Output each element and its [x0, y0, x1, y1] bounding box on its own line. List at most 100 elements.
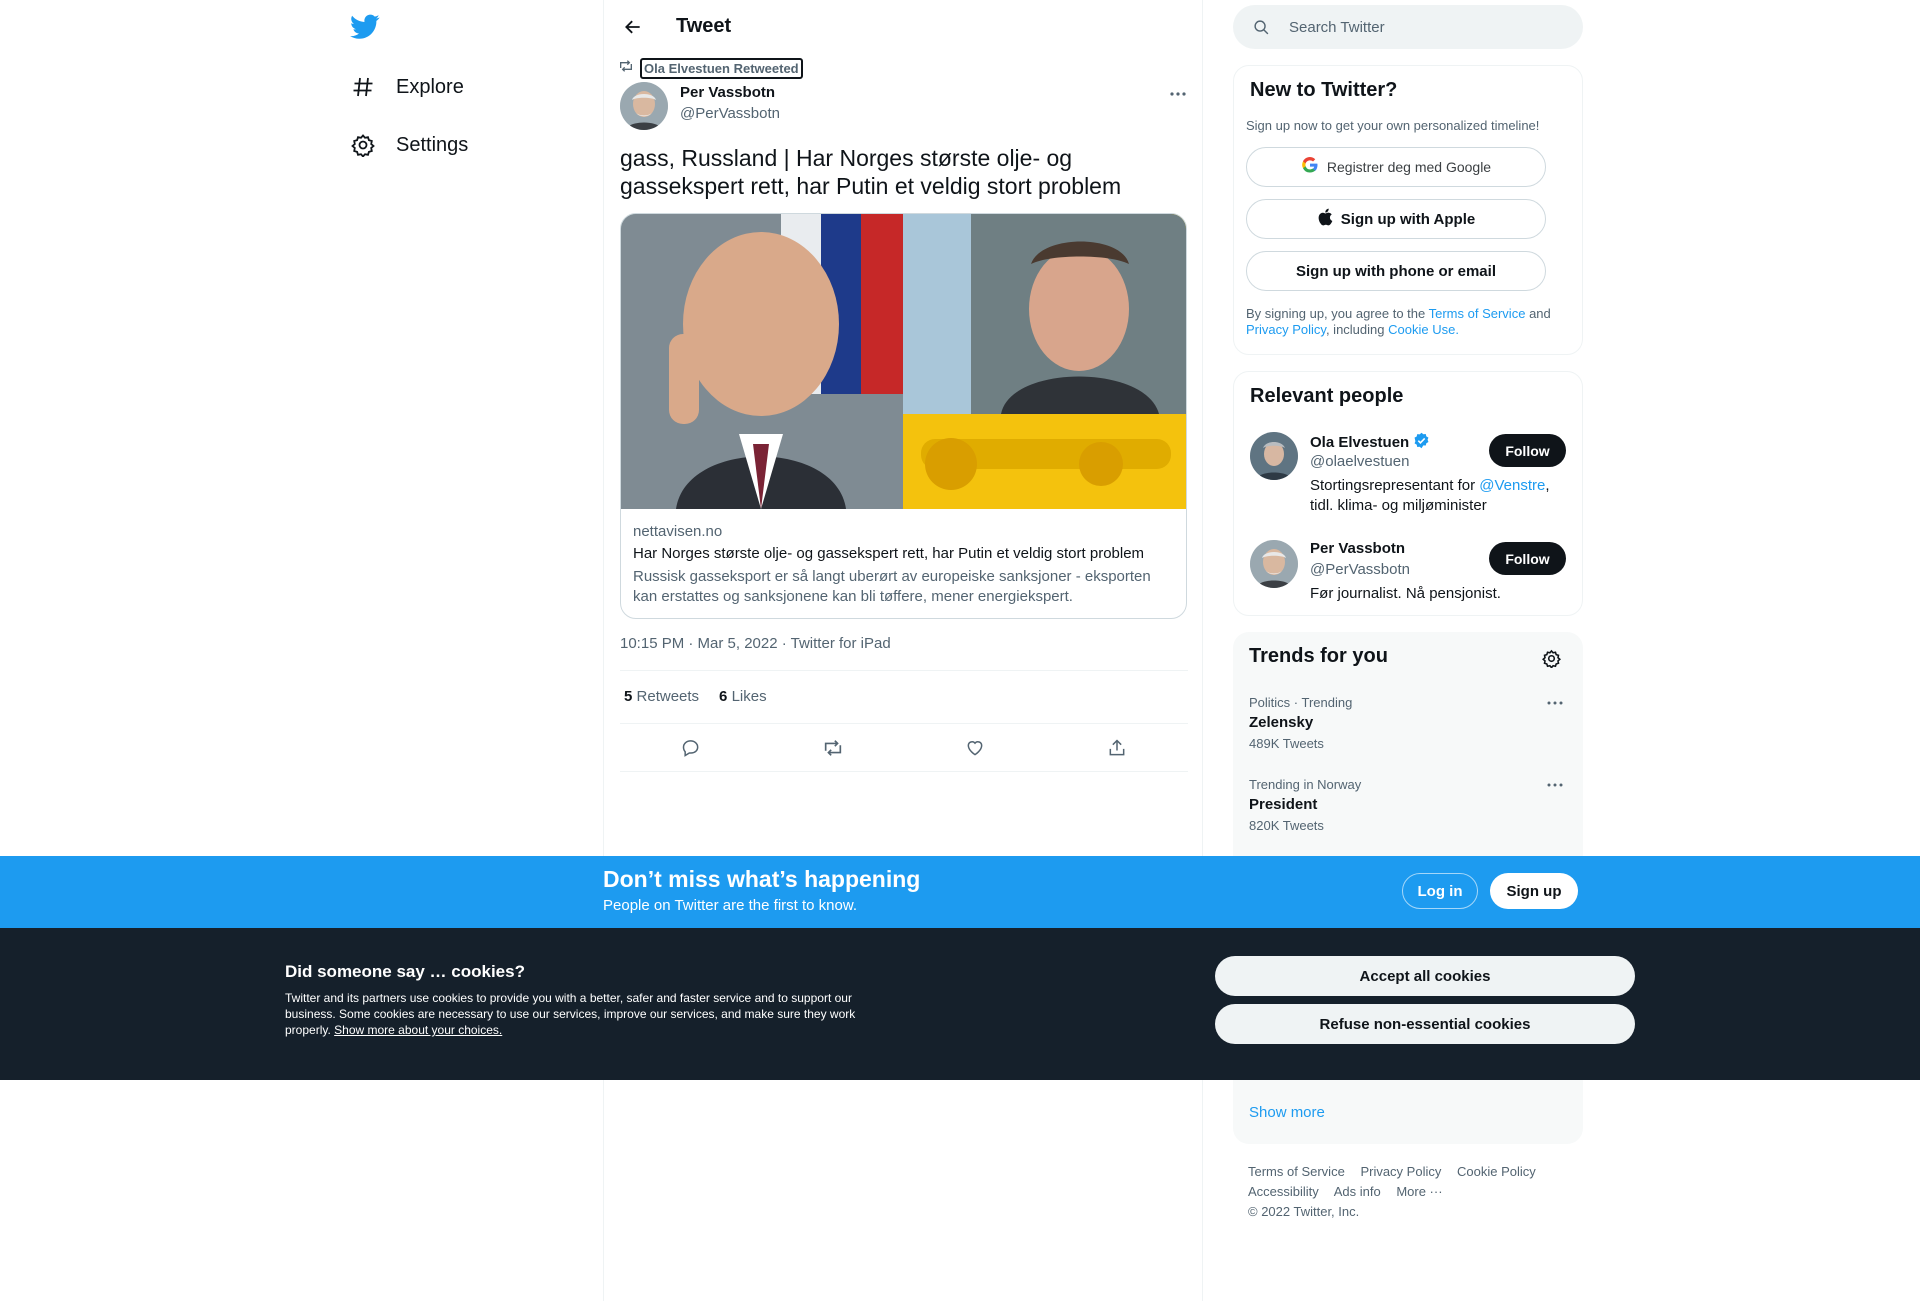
- twitter-logo-icon[interactable]: [350, 14, 380, 40]
- nav-settings-label: Settings: [396, 133, 469, 156]
- page-title: Tweet: [676, 15, 732, 37]
- likes-count: 6: [719, 688, 728, 705]
- author-handle[interactable]: @PerVassbotn: [680, 105, 780, 122]
- follow-button[interactable]: Follow: [1489, 434, 1566, 467]
- tweet-actions: [620, 728, 1188, 768]
- hashtag-icon: [350, 74, 376, 100]
- retweeted-by-link[interactable]: Ola Elvestuen Retweeted: [640, 58, 803, 79]
- person-avatar[interactable]: [1250, 432, 1298, 480]
- footer-link[interactable]: Ads info: [1334, 1184, 1381, 1199]
- footer-link[interactable]: Cookie Policy: [1457, 1164, 1536, 1179]
- terms-including: , including: [1325, 322, 1385, 337]
- bio-mention-link[interactable]: @Venstre: [1479, 477, 1545, 494]
- tweet-timestamp[interactable]: 10:15 PM · Mar 5, 2022 · Twitter for iPa…: [620, 635, 891, 652]
- divider: [620, 670, 1188, 671]
- terms-of-service-link[interactable]: Terms of Service: [1429, 306, 1526, 321]
- nav-settings[interactable]: Settings: [350, 125, 468, 165]
- person-bio: Før journalist. Nå pensjonist.: [1310, 585, 1501, 602]
- person-name-row[interactable]: Ola Elvestuen: [1310, 432, 1430, 453]
- trend-name: President: [1249, 796, 1318, 813]
- relevant-people-box: Relevant people Ola Elvestuen @olaelvest…: [1233, 371, 1583, 616]
- trend-more-icon[interactable]: [1543, 776, 1567, 794]
- person-handle[interactable]: @olaelvestuen: [1310, 453, 1409, 470]
- phone-email-signup-button[interactable]: Sign up with phone or email: [1246, 251, 1546, 291]
- divider: [620, 723, 1188, 724]
- tweet-text: gass, Russland | Har Norges største olje…: [620, 145, 1122, 199]
- retweet-icon[interactable]: [816, 731, 850, 765]
- author-name[interactable]: Per Vassbotn: [680, 84, 775, 101]
- footer-more-link[interactable]: More ···: [1396, 1184, 1442, 1199]
- footer-link[interactable]: Accessibility: [1248, 1184, 1319, 1199]
- trend-context: Trending in Norway: [1249, 777, 1362, 792]
- phone-email-signup-label: Sign up with phone or email: [1295, 262, 1496, 280]
- main-column: Tweet Ola Elvestuen Retweeted Per Vassbo…: [603, 0, 1203, 1301]
- signup-button[interactable]: Sign up: [1490, 873, 1578, 909]
- page-header: Tweet: [604, 0, 1204, 53]
- banner-title: Don’t miss what’s happening: [603, 866, 921, 892]
- gear-icon: [350, 132, 376, 158]
- signup-banner: Don’t miss what’s happening People on Tw…: [0, 856, 1920, 928]
- signup-box: New to Twitter? Sign up now to get your …: [1233, 65, 1583, 355]
- nav-explore[interactable]: Explore: [350, 67, 464, 107]
- footer: Terms of Service Privacy Policy Cookie P…: [1248, 1162, 1578, 1222]
- bio-text: Stortingsrepresentant for: [1310, 477, 1476, 494]
- trend-item[interactable]: Politics · Trending Zelensky 489K Tweets: [1233, 687, 1583, 765]
- apple-signup-button[interactable]: Sign up with Apple: [1246, 199, 1546, 239]
- search-bar[interactable]: [1233, 5, 1583, 49]
- reply-icon[interactable]: [674, 731, 708, 765]
- follow-button[interactable]: Follow: [1489, 542, 1566, 575]
- trend-more-icon[interactable]: [1543, 694, 1567, 712]
- more-options-icon[interactable]: [1164, 84, 1192, 104]
- trends-title: Trends for you: [1249, 645, 1388, 667]
- banner-subtitle: People on Twitter are the first to know.: [603, 897, 858, 914]
- login-button[interactable]: Log in: [1402, 873, 1478, 909]
- back-arrow-icon[interactable]: [618, 12, 648, 42]
- copyright: © 2022 Twitter, Inc.: [1248, 1204, 1360, 1219]
- refuse-cookies-button[interactable]: Refuse non-essential cookies: [1215, 1004, 1635, 1044]
- person-handle[interactable]: @PerVassbotn: [1310, 561, 1410, 578]
- likes-label: Likes: [731, 688, 767, 705]
- card-domain: nettavisen.no: [633, 523, 723, 540]
- likes-stat[interactable]: 6 Likes: [719, 688, 767, 705]
- person-name: Per Vassbotn: [1310, 540, 1406, 557]
- card-title: Har Norges største olje- og gassekspert …: [633, 545, 1145, 562]
- signup-title: New to Twitter?: [1250, 79, 1398, 101]
- retweets-stat[interactable]: 5 Retweets: [624, 688, 699, 705]
- signup-subtitle: Sign up now to get your own personalized…: [1246, 118, 1540, 133]
- apple-icon: [1317, 208, 1333, 230]
- person-name-row[interactable]: Per Vassbotn: [1310, 540, 1405, 557]
- google-signup-button[interactable]: Registrer deg med Google: [1246, 147, 1546, 187]
- tweet-stats: 5 Retweets 6 Likes: [624, 688, 767, 705]
- share-icon[interactable]: [1100, 731, 1134, 765]
- retweet-small-icon: [618, 58, 634, 79]
- trend-name: Zelensky: [1249, 714, 1314, 731]
- privacy-policy-link[interactable]: Privacy Policy: [1246, 322, 1326, 337]
- nav-explore-label: Explore: [396, 75, 464, 98]
- trend-context: Politics · Trending: [1249, 695, 1353, 710]
- search-icon: [1253, 19, 1270, 41]
- google-icon: [1301, 156, 1319, 178]
- cookie-use-link[interactable]: Cookie Use.: [1388, 322, 1459, 337]
- person-name: Ola Elvestuen: [1310, 434, 1410, 451]
- footer-link[interactable]: Privacy Policy: [1360, 1164, 1441, 1179]
- footer-link[interactable]: Terms of Service: [1248, 1164, 1345, 1179]
- like-icon[interactable]: [958, 731, 992, 765]
- divider: [620, 771, 1188, 772]
- person-bio: Stortingsrepresentant for @Venstre, tidl…: [1310, 476, 1560, 516]
- google-signup-label: Registrer deg med Google: [1326, 159, 1492, 175]
- trend-count: 489K Tweets: [1249, 736, 1324, 751]
- trends-settings-icon[interactable]: [1539, 646, 1563, 670]
- signup-terms: By signing up, you agree to the Terms of…: [1246, 306, 1566, 338]
- show-more-link[interactable]: Show more: [1249, 1104, 1325, 1121]
- person-avatar[interactable]: [1250, 540, 1298, 588]
- accept-cookies-button[interactable]: Accept all cookies: [1215, 956, 1635, 996]
- link-card[interactable]: nettavisen.no Har Norges største olje- o…: [620, 213, 1187, 619]
- cookie-choices-link[interactable]: Show more about your choices.: [334, 1023, 502, 1037]
- card-description: Russisk gasseksport er så langt uberørt …: [633, 568, 1151, 605]
- terms-prefix: By signing up, you agree to the: [1246, 306, 1426, 321]
- cookie-title: Did someone say … cookies?: [285, 962, 525, 981]
- search-input[interactable]: [1289, 5, 1569, 49]
- author-avatar[interactable]: [620, 82, 668, 130]
- retweet-context: Ola Elvestuen Retweeted: [618, 58, 803, 79]
- trend-item[interactable]: Trending in Norway President 820K Tweets: [1233, 769, 1583, 847]
